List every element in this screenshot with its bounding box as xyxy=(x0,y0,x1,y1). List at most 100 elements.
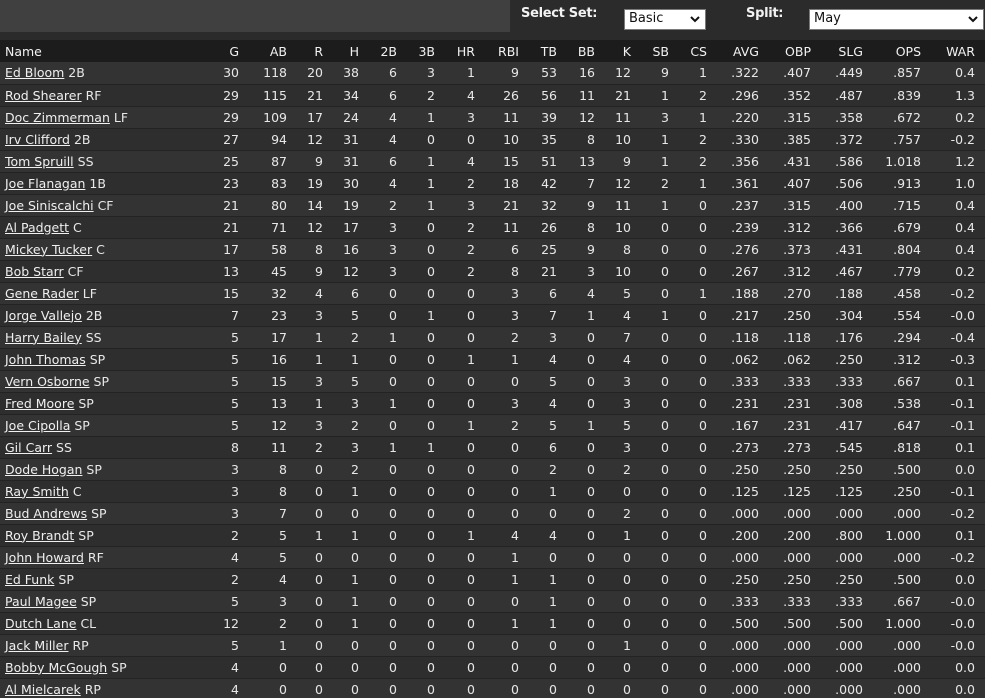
stat-cell-k: 0 xyxy=(605,546,641,569)
player-position: CF xyxy=(93,197,114,213)
stat-cell-h: 5 xyxy=(333,370,369,393)
player-name-link[interactable]: Bud Andrews xyxy=(5,506,87,521)
stat-cell-sb: 0 xyxy=(641,568,679,591)
stat-cell-hr: 0 xyxy=(445,612,485,635)
stat-cell-k: 5 xyxy=(605,282,641,305)
stat-cell-hr: 0 xyxy=(445,480,485,503)
stat-cell-bb: 0 xyxy=(567,370,605,393)
batting-stats-table: Name G AB R H 2B 3B HR RBI TB BB K SB CS AVG OBP SLG OPS W… xyxy=(0,40,985,698)
player-name-link[interactable]: Irv Clifford xyxy=(5,132,70,147)
stat-cell-ops: .000 xyxy=(873,678,931,698)
stat-cell-ab: 15 xyxy=(249,370,297,393)
stat-cell-avg: .220 xyxy=(717,106,769,129)
player-name-link[interactable]: Tom Spruill xyxy=(5,154,74,169)
stat-cell-k: 3 xyxy=(605,436,641,459)
table-row: Doc Zimmerman LF 29 109 17 24 4 1 3 11 39 12 11 3 1.2… xyxy=(0,106,985,129)
stat-cell-war: 0.1 xyxy=(931,370,985,393)
column-header-g[interactable]: G xyxy=(189,40,249,62)
column-header-3b[interactable]: 3B xyxy=(407,40,445,62)
column-header-r[interactable]: R xyxy=(297,40,333,62)
player-name-link[interactable]: Harry Bailey xyxy=(5,330,82,345)
column-header-h[interactable]: H xyxy=(333,40,369,62)
stat-cell-hr: 2 xyxy=(445,172,485,195)
stat-cell-slg: .304 xyxy=(821,304,873,327)
stat-cell-k: 11 xyxy=(605,194,641,217)
column-header-sb[interactable]: SB xyxy=(641,40,679,62)
stat-cell-cs: 0 xyxy=(679,458,717,481)
stat-cell-tb: 5 xyxy=(529,414,567,437)
player-name-link[interactable]: Jorge Vallejo xyxy=(5,308,82,323)
stat-cell-2b: 0 xyxy=(369,590,407,613)
player-name-link[interactable]: Dode Hogan xyxy=(5,462,82,477)
column-header-rbi[interactable]: RBI xyxy=(485,40,529,62)
column-header-avg[interactable]: AVG xyxy=(717,40,769,62)
split-dropdown[interactable]: May xyxy=(809,9,984,30)
column-header-ops[interactable]: OPS xyxy=(873,40,931,62)
player-name-link[interactable]: Bobby McGough xyxy=(5,660,107,675)
player-cell: Gene Rader LF xyxy=(0,282,189,305)
player-name-link[interactable]: Doc Zimmerman xyxy=(5,110,110,125)
column-header-tb[interactable]: TB xyxy=(529,40,567,62)
stat-cell-bb: 0 xyxy=(567,348,605,371)
player-name-link[interactable]: Mickey Tucker xyxy=(5,242,92,257)
stat-cell-k: 1 xyxy=(605,524,641,547)
table-row: Mickey Tucker C 17 58 8 16 3 0 2 6 25 9 8 0 0.276.373… xyxy=(0,238,985,261)
column-header-2b[interactable]: 2B xyxy=(369,40,407,62)
column-header-slg[interactable]: SLG xyxy=(821,40,873,62)
column-header-cs[interactable]: CS xyxy=(679,40,717,62)
player-name-link[interactable]: Joe Cipolla xyxy=(5,418,70,433)
player-name-link[interactable]: Ray Smith xyxy=(5,484,69,499)
column-header-hr[interactable]: HR xyxy=(445,40,485,62)
stat-cell-hr: 0 xyxy=(445,436,485,459)
select-set-dropdown[interactable]: Basic xyxy=(624,9,706,30)
player-name-link[interactable]: Rod Shearer xyxy=(5,88,82,103)
stat-cell-hr: 1 xyxy=(445,524,485,547)
stat-cell-3b: 0 xyxy=(407,348,445,371)
stat-cell-tb: 7 xyxy=(529,304,567,327)
column-header-bb[interactable]: BB xyxy=(567,40,605,62)
stat-cell-avg: .200 xyxy=(717,524,769,547)
player-name-link[interactable]: Jack Miller xyxy=(5,638,68,653)
column-header-war[interactable]: WAR xyxy=(931,40,985,62)
stat-cell-3b: 0 xyxy=(407,282,445,305)
stat-cell-slg: .506 xyxy=(821,172,873,195)
player-name-link[interactable]: John Howard xyxy=(5,550,84,565)
player-name-link[interactable]: Fred Moore xyxy=(5,396,74,411)
player-name-link[interactable]: Joe Siniscalchi xyxy=(5,198,94,213)
stat-cell-g: 4 xyxy=(189,546,249,569)
column-header-k[interactable]: K xyxy=(605,40,641,62)
player-name-link[interactable]: Gil Carr xyxy=(5,440,52,455)
stat-cell-rbi: 9 xyxy=(485,62,529,85)
player-name-link[interactable]: Roy Brandt xyxy=(5,528,74,543)
stat-cell-r: 1 xyxy=(297,326,333,349)
stat-cell-avg: .231 xyxy=(717,392,769,415)
player-name-link[interactable]: Paul Magee xyxy=(5,594,77,609)
player-name-link[interactable]: Bob Starr xyxy=(5,264,64,279)
stat-cell-h: 3 xyxy=(333,392,369,415)
column-header-name[interactable]: Name xyxy=(0,40,189,62)
player-name-link[interactable]: John Thomas xyxy=(5,352,86,367)
column-header-ab[interactable]: AB xyxy=(249,40,297,62)
player-name-link[interactable]: Ed Bloom xyxy=(5,65,64,80)
stat-cell-g: 2 xyxy=(189,524,249,547)
player-name-link[interactable]: Ed Funk xyxy=(5,572,54,587)
table-row: John Howard RF 4 5 0 0 0 0 0 1 0 0 0 0 0.000.000.000.… xyxy=(0,546,985,569)
stat-cell-3b: 1 xyxy=(407,436,445,459)
stat-cell-bb: 1 xyxy=(567,304,605,327)
stat-cell-h: 30 xyxy=(333,172,369,195)
player-name-link[interactable]: Gene Rader xyxy=(5,286,79,301)
player-name-link[interactable]: Vern Osborne xyxy=(5,374,90,389)
stat-cell-r: 3 xyxy=(297,414,333,437)
player-name-link[interactable]: Al Padgett xyxy=(5,220,69,235)
player-name-link[interactable]: Joe Flanagan xyxy=(5,176,85,191)
player-name-link[interactable]: Dutch Lane xyxy=(5,616,76,631)
stat-cell-cs: 0 xyxy=(679,568,717,591)
table-row: Jorge Vallejo 2B 7 23 3 5 0 1 0 3 7 1 4 1 0.217.250.3… xyxy=(0,304,985,327)
stat-cell-g: 5 xyxy=(189,326,249,349)
player-position: SP xyxy=(107,659,127,675)
table-row: Al Padgett C 21 71 12 17 3 0 2 11 26 8 10 0 0.239.312… xyxy=(0,216,985,239)
player-name-link[interactable]: Al Mielcarek xyxy=(5,682,81,697)
column-header-obp[interactable]: OBP xyxy=(769,40,821,62)
stat-cell-obp: .062 xyxy=(769,348,821,371)
stat-cell-bb: 0 xyxy=(567,480,605,503)
